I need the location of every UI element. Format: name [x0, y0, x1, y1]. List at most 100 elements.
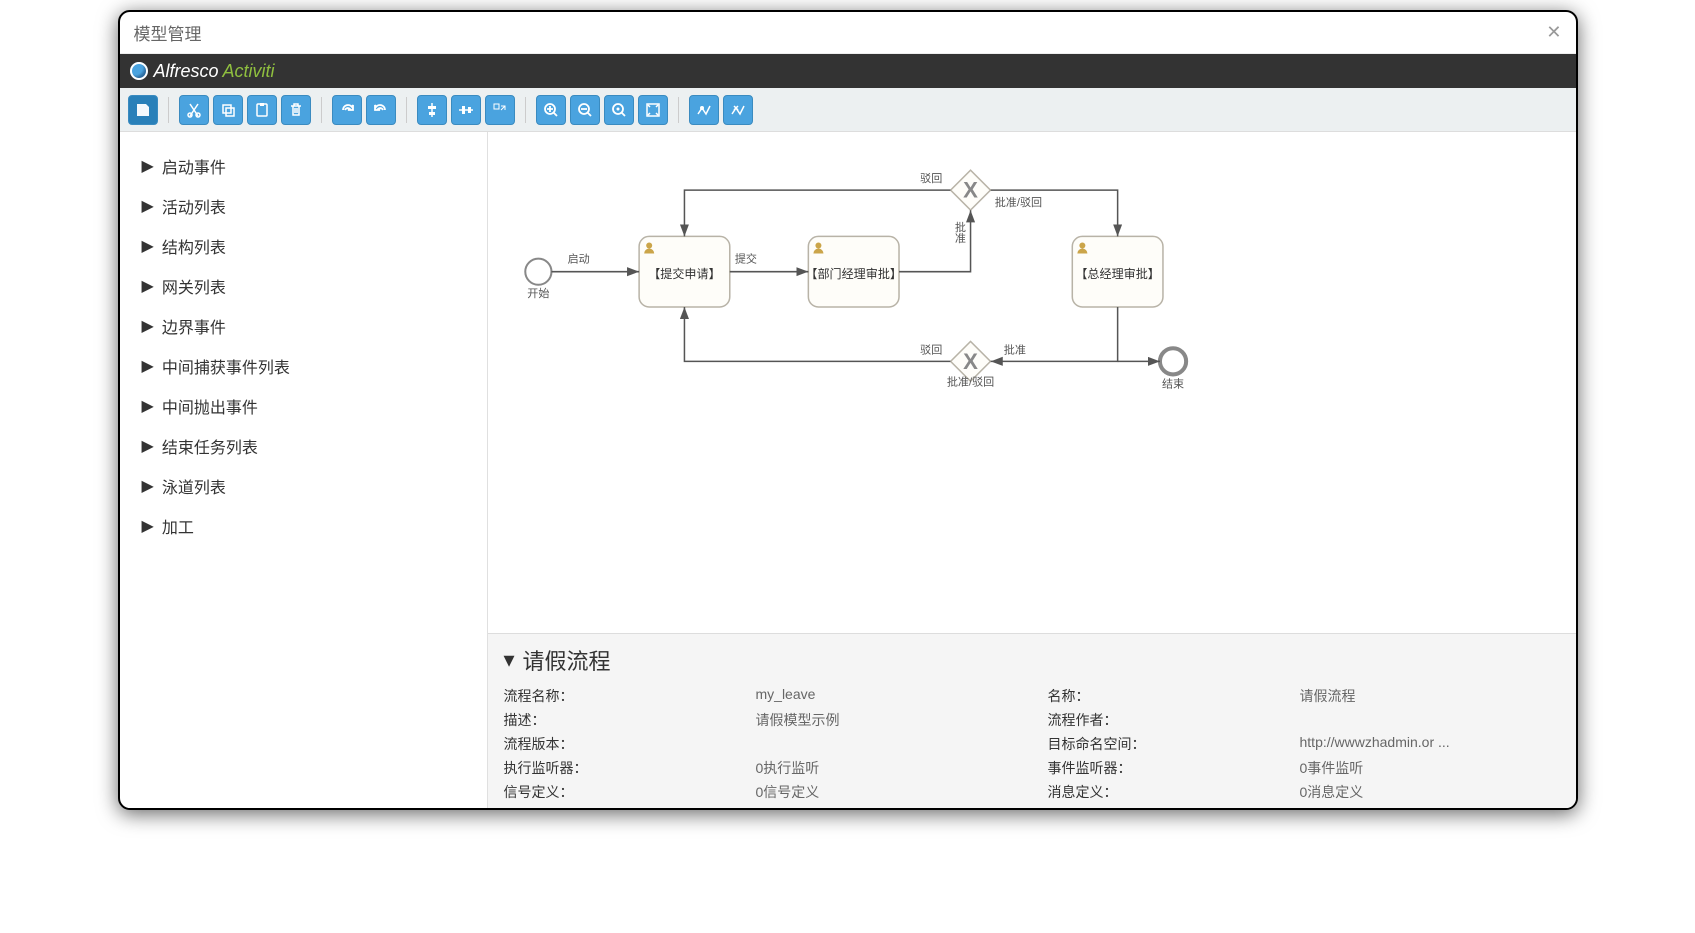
undo-button[interactable] [366, 95, 396, 125]
brand-bar: Alfresco Activiti [120, 54, 1576, 88]
flow-gw2-reject[interactable] [684, 307, 950, 361]
gateway2-label: 批准/驳回 [946, 375, 993, 389]
palette-group-swimlanes[interactable]: ▶ 泳道列表 [142, 466, 465, 506]
prop-label: 执行监听器： [504, 758, 744, 778]
properties-title: 请假流程 [523, 644, 611, 676]
paste-button[interactable] [247, 95, 277, 125]
window-title: 模型管理 [134, 20, 202, 45]
copy-button[interactable] [213, 95, 243, 125]
svg-text:X: X [963, 349, 978, 374]
zoom-out-button[interactable] [570, 95, 600, 125]
prop-label: 流程版本： [504, 734, 744, 754]
prop-label: 流程名称： [504, 686, 744, 706]
delete-button[interactable] [281, 95, 311, 125]
chevron-right-icon: ▶ [142, 236, 154, 256]
zoom-fit-button[interactable] [638, 95, 668, 125]
prop-value[interactable] [1300, 710, 1560, 730]
separator [525, 97, 526, 123]
task-dept-approve-label: 【部门经理审批】 [805, 266, 902, 281]
chevron-right-icon: ▶ [142, 196, 154, 216]
palette-group-end-events[interactable]: ▶ 结束任务列表 [142, 426, 465, 466]
palette-label: 结构列表 [162, 234, 226, 258]
palette-label: 边界事件 [162, 314, 226, 338]
palette-group-boundary-events[interactable]: ▶ 边界事件 [142, 306, 465, 346]
palette-label: 中间捕获事件列表 [162, 354, 290, 378]
prop-value[interactable]: 0执行监听 [756, 758, 1036, 778]
brand-alfresco: Alfresco [154, 61, 219, 82]
task-submit-label: 【提交申请】 [648, 266, 720, 281]
align-horizontal-button[interactable] [451, 95, 481, 125]
titlebar: 模型管理 ✕ [120, 12, 1576, 54]
prop-label: 消息定义： [1048, 782, 1288, 802]
svg-text:X: X [963, 178, 978, 203]
prop-value[interactable] [756, 734, 1036, 754]
chevron-right-icon: ▶ [142, 316, 154, 336]
flow-label-submit: 提交 [734, 252, 756, 266]
align-vertical-button[interactable] [417, 95, 447, 125]
palette: ▶启动事件 ▶活动列表 ▶结构列表 ▶网关列表 ▶边界事件 ▶中间捕获事件列表 … [120, 132, 487, 808]
start-event[interactable] [525, 259, 551, 285]
gateway-1[interactable]: X [950, 170, 990, 210]
main-area: ▶启动事件 ▶活动列表 ▶结构列表 ▶网关列表 ▶边界事件 ▶中间捕获事件列表 … [120, 132, 1576, 808]
chevron-right-icon: ▶ [142, 156, 154, 176]
properties-panel: ▾ 请假流程 流程名称： my_leave 名称： 请假流程 描述： 请假模型示… [488, 633, 1576, 808]
separator [406, 97, 407, 123]
diagram-canvas[interactable]: 开始 【提交申请】 【部门经理审批】 X 批准/驳回 [488, 132, 1576, 633]
palette-group-gateways[interactable]: ▶ 网关列表 [142, 266, 465, 306]
palette-label: 结束任务列表 [162, 434, 258, 458]
close-icon[interactable]: ✕ [1546, 22, 1561, 43]
palette-group-intermediate-catching[interactable]: ▶中间捕获事件列表 [142, 346, 465, 386]
palette-group-start-events[interactable]: ▶启动事件 [142, 146, 465, 186]
prop-value[interactable]: 请假模型示例 [756, 710, 1036, 730]
prop-label: 名称： [1048, 686, 1288, 706]
prop-value[interactable]: 请假流程 [1300, 686, 1560, 706]
properties-header[interactable]: ▾ 请假流程 [504, 644, 1560, 676]
separator [168, 97, 169, 123]
palette-group-artifacts[interactable]: ▶加工 [142, 506, 465, 546]
flow-label-gw2-approve: 批准 [1003, 342, 1025, 356]
cut-button[interactable] [179, 95, 209, 125]
save-button[interactable] [128, 95, 158, 125]
flow-label-start: 启动 [567, 253, 589, 266]
end-event-label: 结束 [1161, 378, 1183, 391]
palette-label: 网关列表 [162, 274, 226, 298]
same-size-button[interactable] [485, 95, 515, 125]
chevron-right-icon: ▶ [142, 476, 154, 496]
chevron-down-icon: ▾ [504, 647, 515, 673]
gateway1-label: 批准/驳回 [994, 195, 1041, 209]
palette-group-structural[interactable]: ▶ 结构列表 [142, 226, 465, 266]
zoom-in-button[interactable] [536, 95, 566, 125]
add-bendpoint-button[interactable] [689, 95, 719, 125]
palette-label: 泳道列表 [162, 474, 226, 498]
palette-label: 活动列表 [162, 194, 226, 218]
gateway-2[interactable]: X [950, 341, 990, 381]
alfresco-logo-icon [130, 62, 148, 80]
prop-label: 信号定义： [504, 782, 744, 802]
separator [678, 97, 679, 123]
end-event[interactable] [1159, 348, 1185, 374]
prop-value[interactable]: my_leave [756, 686, 1036, 706]
zoom-actual-button[interactable] [604, 95, 634, 125]
properties-grid: 流程名称： my_leave 名称： 请假流程 描述： 请假模型示例 流程作者：… [504, 686, 1560, 802]
prop-label: 事件监听器： [1048, 758, 1288, 778]
remove-bendpoint-button[interactable] [723, 95, 753, 125]
palette-label: 加工 [162, 514, 194, 538]
canvas-wrap: 开始 【提交申请】 【部门经理审批】 X 批准/驳回 [487, 132, 1576, 808]
palette-group-intermediate-throwing[interactable]: ▶中间抛出事件 [142, 386, 465, 426]
prop-value[interactable]: 0消息定义 [1300, 782, 1560, 802]
prop-value[interactable]: 0信号定义 [756, 782, 1036, 802]
prop-label: 流程作者： [1048, 710, 1288, 730]
flow-label-gw2-reject: 驳回 [920, 343, 942, 356]
prop-value[interactable]: http://wwwzhadmin.or ... [1300, 734, 1560, 754]
flow-label-gw1-reject: 驳回 [920, 172, 942, 185]
chevron-right-icon: ▶ [142, 436, 154, 456]
app-window: 模型管理 ✕ Alfresco Activiti ▶启动事件 ▶ 活动列表 [118, 10, 1578, 810]
redo-button[interactable] [332, 95, 362, 125]
flow-gw1-reject[interactable] [684, 190, 950, 236]
task-gm-approve-label: 【总经理审批】 [1075, 266, 1160, 281]
separator [321, 97, 322, 123]
palette-group-activities[interactable]: ▶ 活动列表 [142, 186, 465, 226]
prop-value[interactable]: 0事件监听 [1300, 758, 1560, 778]
chevron-right-icon: ▶ [142, 276, 154, 296]
start-event-label: 开始 [527, 286, 549, 300]
